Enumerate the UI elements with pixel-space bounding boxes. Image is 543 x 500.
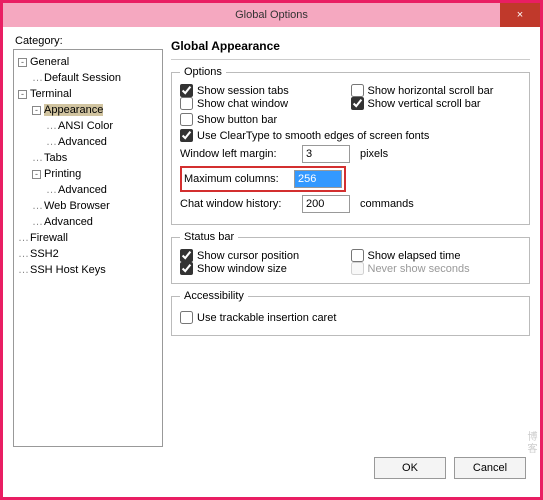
collapse-icon[interactable]: - (32, 170, 41, 179)
collapse-icon[interactable]: - (18, 58, 27, 67)
tree-node-general[interactable]: General (30, 56, 69, 68)
close-button[interactable]: × (500, 3, 540, 27)
tree-node-ssh2[interactable]: SSH2 (30, 248, 59, 260)
show-elapsed-time-checkbox[interactable]: Show elapsed time (351, 249, 522, 262)
dialog-window: Global Options × Category: -General …Def… (0, 0, 543, 500)
window-left-margin-input[interactable] (302, 145, 350, 163)
show-chat-window-checkbox[interactable]: Show chat window (180, 97, 351, 110)
chat-window-history-input[interactable] (302, 195, 350, 213)
dialog-footer: OK Cancel (3, 457, 540, 489)
cancel-button[interactable]: Cancel (454, 457, 526, 479)
collapse-icon[interactable]: - (18, 90, 27, 99)
tree-node-web-browser[interactable]: Web Browser (44, 200, 110, 212)
collapse-icon[interactable]: - (32, 106, 41, 115)
category-tree[interactable]: -General …Default Session -Terminal -App… (13, 49, 163, 447)
options-group: Options Show session tabs Show horizonta… (171, 66, 530, 225)
tree-node-appearance[interactable]: Appearance (44, 104, 103, 116)
show-cursor-position-checkbox[interactable]: Show cursor position (180, 249, 351, 262)
status-bar-group: Status bar Show cursor position Show ela… (171, 231, 530, 284)
settings-panel: Global Appearance Options Show session t… (171, 35, 530, 451)
use-cleartype-checkbox[interactable]: Use ClearType to smooth edges of screen … (180, 129, 429, 142)
status-bar-legend: Status bar (180, 231, 238, 243)
tree-node-default-session[interactable]: Default Session (44, 72, 121, 84)
ok-button[interactable]: OK (374, 457, 446, 479)
show-vertical-scroll-checkbox[interactable]: Show vertical scroll bar (351, 97, 522, 110)
tree-node-advanced[interactable]: Advanced (58, 136, 107, 148)
watermark: 博客 (523, 431, 538, 455)
use-trackable-caret-checkbox[interactable]: Use trackable insertion caret (180, 311, 336, 324)
accessibility-group: Accessibility Use trackable insertion ca… (171, 290, 530, 336)
titlebar: Global Options × (3, 3, 540, 27)
show-session-tabs-checkbox[interactable]: Show session tabs (180, 84, 351, 97)
tree-node-terminal[interactable]: Terminal (30, 88, 72, 100)
tree-node-advanced[interactable]: Advanced (58, 184, 107, 196)
never-show-seconds-checkbox: Never show seconds (351, 262, 522, 275)
tree-node-tabs[interactable]: Tabs (44, 152, 67, 164)
show-window-size-checkbox[interactable]: Show window size (180, 262, 351, 275)
show-button-bar-checkbox[interactable]: Show button bar (180, 113, 277, 126)
show-horizontal-scroll-checkbox[interactable]: Show horizontal scroll bar (351, 84, 522, 97)
window-left-margin-label: Window left margin: (180, 148, 298, 160)
maximum-columns-label: Maximum columns: (184, 173, 294, 185)
tree-node-ansi-color[interactable]: ANSI Color (58, 120, 113, 132)
options-legend: Options (180, 66, 226, 78)
panel-heading: Global Appearance (171, 35, 530, 60)
tree-node-ssh-host-keys[interactable]: SSH Host Keys (30, 264, 106, 276)
category-label: Category: (15, 35, 163, 47)
tree-node-printing[interactable]: Printing (44, 168, 81, 180)
window-title: Global Options (235, 9, 308, 21)
chat-window-history-label: Chat window history: (180, 198, 298, 210)
close-icon: × (517, 9, 523, 21)
maximum-columns-input[interactable] (294, 170, 342, 188)
highlight-annotation: Maximum columns: (180, 166, 346, 192)
tree-node-advanced[interactable]: Advanced (44, 216, 93, 228)
accessibility-legend: Accessibility (180, 290, 248, 302)
pixels-label: pixels (360, 148, 388, 160)
tree-node-firewall[interactable]: Firewall (30, 232, 68, 244)
commands-label: commands (360, 198, 414, 210)
